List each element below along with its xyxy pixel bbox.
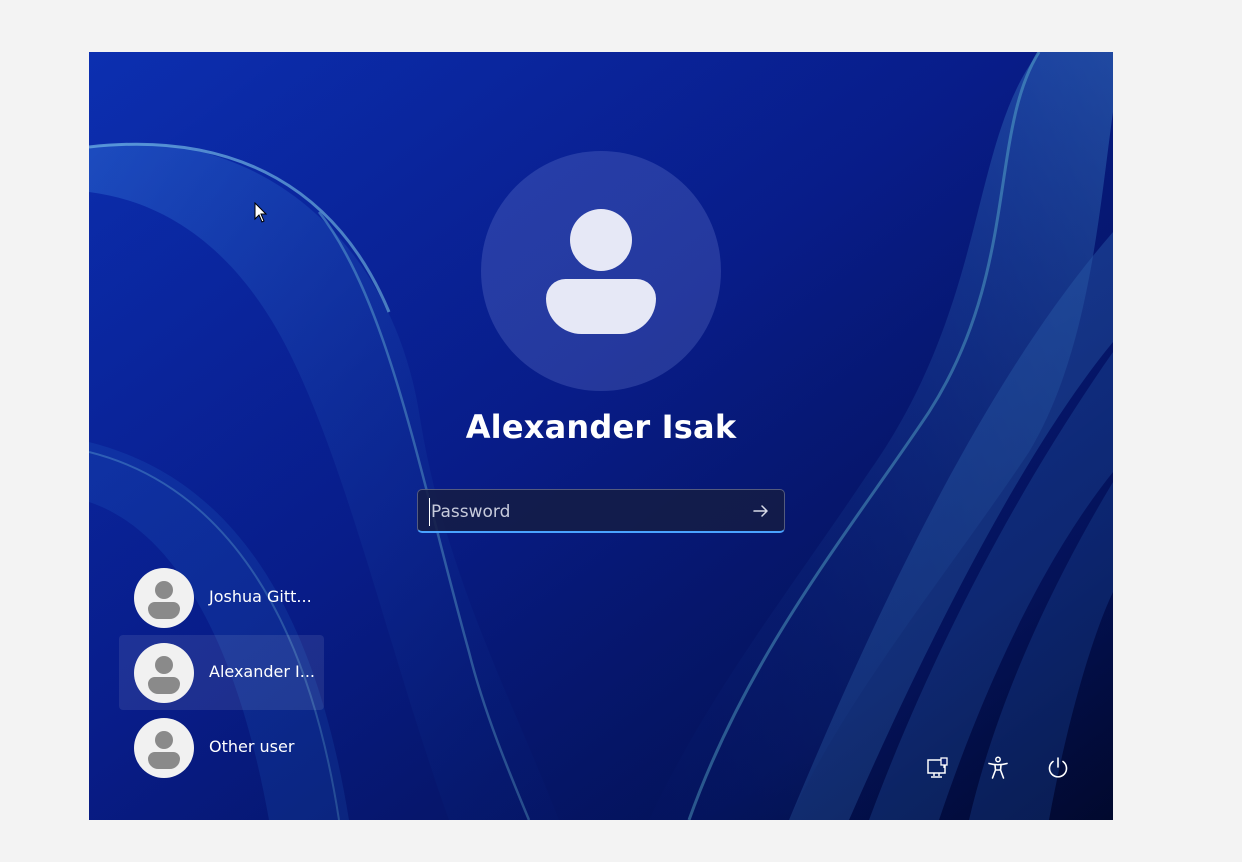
user-avatar-large: [481, 151, 721, 391]
power-icon[interactable]: [1045, 755, 1071, 781]
password-field[interactable]: [417, 489, 785, 533]
user-item-joshua[interactable]: Joshua Gitt...: [119, 560, 324, 635]
user-display-name: Alexander Isak: [465, 408, 737, 446]
mouse-cursor-icon: [254, 202, 268, 223]
user-avatar-icon: [134, 718, 194, 778]
arrow-right-icon[interactable]: [752, 502, 770, 520]
user-avatar-icon: [134, 643, 194, 703]
avatar-head: [570, 209, 632, 271]
user-item-label: Alexander I...: [209, 662, 316, 681]
user-avatar-icon: [134, 568, 194, 628]
user-item-label: Joshua Gitt...: [209, 587, 312, 606]
network-icon[interactable]: [925, 755, 951, 781]
lock-screen: Alexander Isak Joshua Gitt... Alexander …: [89, 52, 1113, 820]
user-item-other[interactable]: Other user: [119, 710, 324, 785]
user-item-label: Other user: [209, 737, 295, 756]
user-item-alexander[interactable]: Alexander I...: [119, 635, 324, 710]
accessibility-icon[interactable]: [985, 755, 1011, 781]
avatar-body: [546, 279, 656, 334]
password-input[interactable]: [429, 498, 733, 526]
